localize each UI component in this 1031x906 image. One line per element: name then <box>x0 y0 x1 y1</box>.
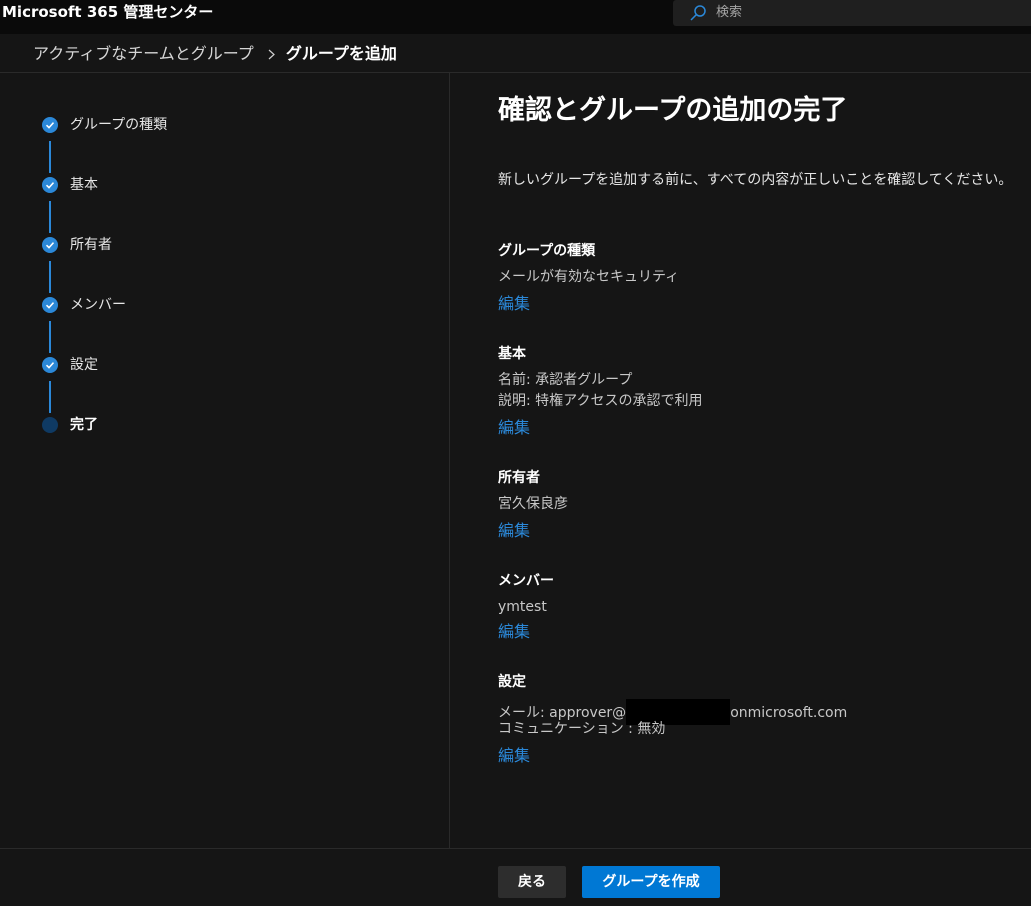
step-label: メンバー <box>70 297 126 313</box>
edit-group-type-link[interactable]: 編集 <box>498 294 530 314</box>
section-heading-members: メンバー <box>498 573 554 589</box>
check-circle-icon <box>42 117 58 133</box>
step-connector <box>49 201 51 233</box>
section-heading-owners: 所有者 <box>498 470 540 486</box>
step-connector <box>49 261 51 293</box>
edit-basics-link[interactable]: 編集 <box>498 418 530 438</box>
step-connector <box>49 381 51 413</box>
intro-text: 新しいグループを追加する前に、すべての内容が正しいことを確認してください。 <box>498 172 1013 188</box>
current-step-icon <box>42 417 58 433</box>
divider <box>0 72 1031 73</box>
search-placeholder[interactable]: 検索 <box>716 4 742 21</box>
edit-owners-link[interactable]: 編集 <box>498 521 530 541</box>
email-prefix: メール: approver@ <box>498 705 627 721</box>
edit-members-link[interactable]: 編集 <box>498 622 530 642</box>
check-circle-icon <box>42 177 58 193</box>
section-heading-settings: 設定 <box>498 674 526 690</box>
owners-value: 宮久保良彦 <box>498 496 568 512</box>
settings-communication-value: コミュニケーション : 無効 <box>498 721 666 737</box>
divider <box>0 848 1031 849</box>
section-heading-basics: 基本 <box>498 346 526 362</box>
check-circle-icon <box>42 237 58 253</box>
group-type-value: メールが有効なセキュリティ <box>498 269 680 285</box>
divider <box>449 73 450 849</box>
step-label: 所有者 <box>70 237 112 253</box>
breadcrumb-parent[interactable]: アクティブなチームとグループ <box>33 44 254 63</box>
breadcrumb: アクティブなチームとグループ グループを追加 <box>33 43 397 65</box>
edit-settings-link[interactable]: 編集 <box>498 746 530 766</box>
create-group-button[interactable]: グループを作成 <box>582 866 720 898</box>
search-box[interactable]: 検索 <box>673 0 1031 26</box>
section-heading-group-type: グループの種類 <box>498 243 596 259</box>
app-title[interactable]: Microsoft 365 管理センター <box>2 2 213 22</box>
breadcrumb-current: グループを追加 <box>285 44 397 63</box>
back-button[interactable]: 戻る <box>498 866 566 898</box>
check-circle-icon <box>42 357 58 373</box>
search-icon <box>690 5 706 21</box>
email-suffix: onmicrosoft.com <box>730 705 848 721</box>
step-label: 設定 <box>70 357 98 373</box>
step-label: グループの種類 <box>70 117 168 133</box>
page-title: 確認とグループの追加の完了 <box>498 95 848 126</box>
check-circle-icon <box>42 297 58 313</box>
basics-description-value: 説明: 特権アクセスの承認で利用 <box>498 393 703 409</box>
step-label: 完了 <box>70 417 98 433</box>
basics-name-value: 名前: 承認者グループ <box>498 372 633 388</box>
members-value: ymtest <box>498 599 547 615</box>
step-connector <box>49 141 51 173</box>
step-label: 基本 <box>70 177 98 193</box>
chevron-right-icon <box>268 49 275 60</box>
step-connector <box>49 321 51 353</box>
top-bar: Microsoft 365 管理センター 検索 <box>0 0 1031 34</box>
